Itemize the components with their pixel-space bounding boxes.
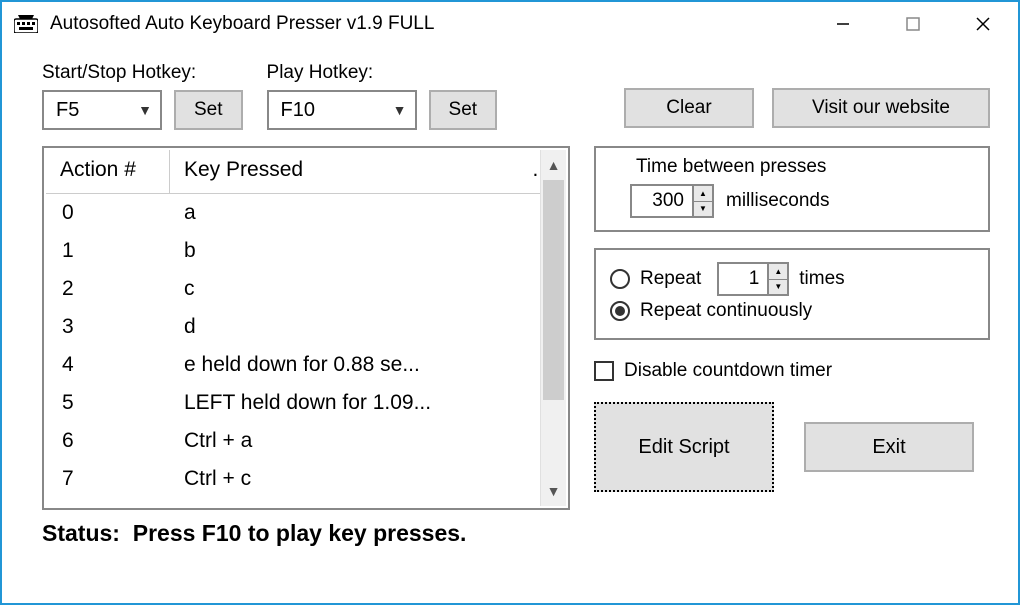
- list-row[interactable]: 4e held down for 0.88 se...: [46, 346, 566, 384]
- header-key-col[interactable]: Key Pressed ...: [170, 150, 566, 193]
- cell-key-pressed: LEFT held down for 1.09...: [170, 391, 566, 415]
- disable-countdown-checkbox[interactable]: Disable countdown timer: [594, 360, 990, 382]
- repeat-continuous-radio[interactable]: Repeat continuously: [610, 300, 974, 322]
- cell-key-pressed: e held down for 0.88 se...: [170, 353, 566, 377]
- scroll-up-arrow-icon[interactable]: ▲: [541, 150, 566, 180]
- scroll-track[interactable]: [541, 180, 566, 476]
- cell-action-number: 6: [46, 429, 170, 453]
- window-controls: [808, 2, 1018, 46]
- exit-button[interactable]: Exit: [804, 422, 974, 472]
- list-row[interactable]: 6Ctrl + a: [46, 422, 566, 460]
- start-stop-set-button[interactable]: Set: [174, 90, 243, 130]
- minimize-button[interactable]: [808, 2, 878, 46]
- time-between-presses-panel: Time between presses ▲ ▼ milliseconds: [594, 146, 990, 232]
- app-window: Autosofted Auto Keyboard Presser v1.9 FU…: [0, 0, 1020, 605]
- cell-action-number: 2: [46, 277, 170, 301]
- chevron-down-icon: ▼: [138, 102, 152, 118]
- play-hotkey-combo[interactable]: F10 ▼: [267, 90, 417, 130]
- list-row[interactable]: 1b: [46, 232, 566, 270]
- list-row[interactable]: 0a: [46, 194, 566, 232]
- start-stop-hotkey-label: Start/Stop Hotkey:: [42, 62, 243, 84]
- checkbox-icon: [594, 361, 614, 381]
- cell-key-pressed: a: [170, 201, 566, 225]
- visit-website-button[interactable]: Visit our website: [772, 88, 990, 128]
- play-hotkey-value: F10: [281, 99, 315, 122]
- repeat-count-input[interactable]: [717, 262, 767, 296]
- cell-key-pressed: Ctrl + a: [170, 429, 566, 453]
- cell-action-number: 4: [46, 353, 170, 377]
- start-stop-hotkey-value: F5: [56, 99, 79, 122]
- cell-action-number: 0: [46, 201, 170, 225]
- chevron-down-icon: ▼: [393, 102, 407, 118]
- scroll-down-arrow-icon[interactable]: ▼: [541, 476, 566, 506]
- cell-key-pressed: d: [170, 315, 566, 339]
- maximize-button[interactable]: [878, 2, 948, 46]
- header-action-col[interactable]: Action #: [46, 150, 170, 193]
- cell-action-number: 5: [46, 391, 170, 415]
- status-label: Status:: [42, 520, 120, 546]
- cell-action-number: 7: [46, 467, 170, 491]
- titlebar: Autosofted Auto Keyboard Presser v1.9 FU…: [2, 2, 1018, 46]
- scroll-thumb[interactable]: [543, 180, 564, 400]
- cell-key-pressed: b: [170, 239, 566, 263]
- start-stop-hotkey-combo[interactable]: F5 ▼: [42, 90, 162, 130]
- repeat-panel: Repeat ▲ ▼ times Repeat continuously: [594, 248, 990, 340]
- keyboard-app-icon: [14, 12, 38, 36]
- list-row[interactable]: 7Ctrl + c: [46, 460, 566, 498]
- list-row[interactable]: 2c: [46, 270, 566, 308]
- status-text: Press F10 to play key presses.: [133, 520, 467, 546]
- list-header: Action # Key Pressed ...: [46, 150, 566, 194]
- cell-action-number: 1: [46, 239, 170, 263]
- clear-button[interactable]: Clear: [624, 88, 754, 128]
- radio-off-icon: [610, 269, 630, 289]
- list-scrollbar[interactable]: ▲ ▼: [540, 150, 566, 506]
- play-hotkey-label: Play Hotkey:: [267, 62, 498, 84]
- window-title: Autosofted Auto Keyboard Presser v1.9 FU…: [50, 13, 434, 35]
- key-list[interactable]: Action # Key Pressed ... 0a1b2c3d4e held…: [42, 146, 570, 510]
- time-up-arrow-icon[interactable]: ▲: [694, 186, 712, 202]
- time-down-arrow-icon[interactable]: ▼: [694, 202, 712, 217]
- radio-on-icon: [610, 301, 630, 321]
- time-between-presses-title: Time between presses: [610, 156, 974, 178]
- close-button[interactable]: [948, 2, 1018, 46]
- time-unit-label: milliseconds: [726, 190, 829, 212]
- time-spinner[interactable]: ▲ ▼: [630, 184, 714, 218]
- repeat-down-arrow-icon[interactable]: ▼: [769, 280, 787, 295]
- status-bar: Status: Press F10 to play key presses.: [42, 520, 990, 547]
- repeat-count-spinner[interactable]: ▲ ▼: [717, 262, 789, 296]
- cell-action-number: 3: [46, 315, 170, 339]
- cell-key-pressed: Ctrl + c: [170, 467, 566, 491]
- repeat-up-arrow-icon[interactable]: ▲: [769, 264, 787, 280]
- edit-script-button[interactable]: Edit Script: [594, 402, 774, 492]
- list-row[interactable]: 3d: [46, 308, 566, 346]
- play-set-button[interactable]: Set: [429, 90, 498, 130]
- list-row[interactable]: 5LEFT held down for 1.09...: [46, 384, 566, 422]
- time-value-input[interactable]: [630, 184, 692, 218]
- cell-key-pressed: c: [170, 277, 566, 301]
- repeat-times-radio[interactable]: Repeat ▲ ▼ times: [610, 262, 974, 296]
